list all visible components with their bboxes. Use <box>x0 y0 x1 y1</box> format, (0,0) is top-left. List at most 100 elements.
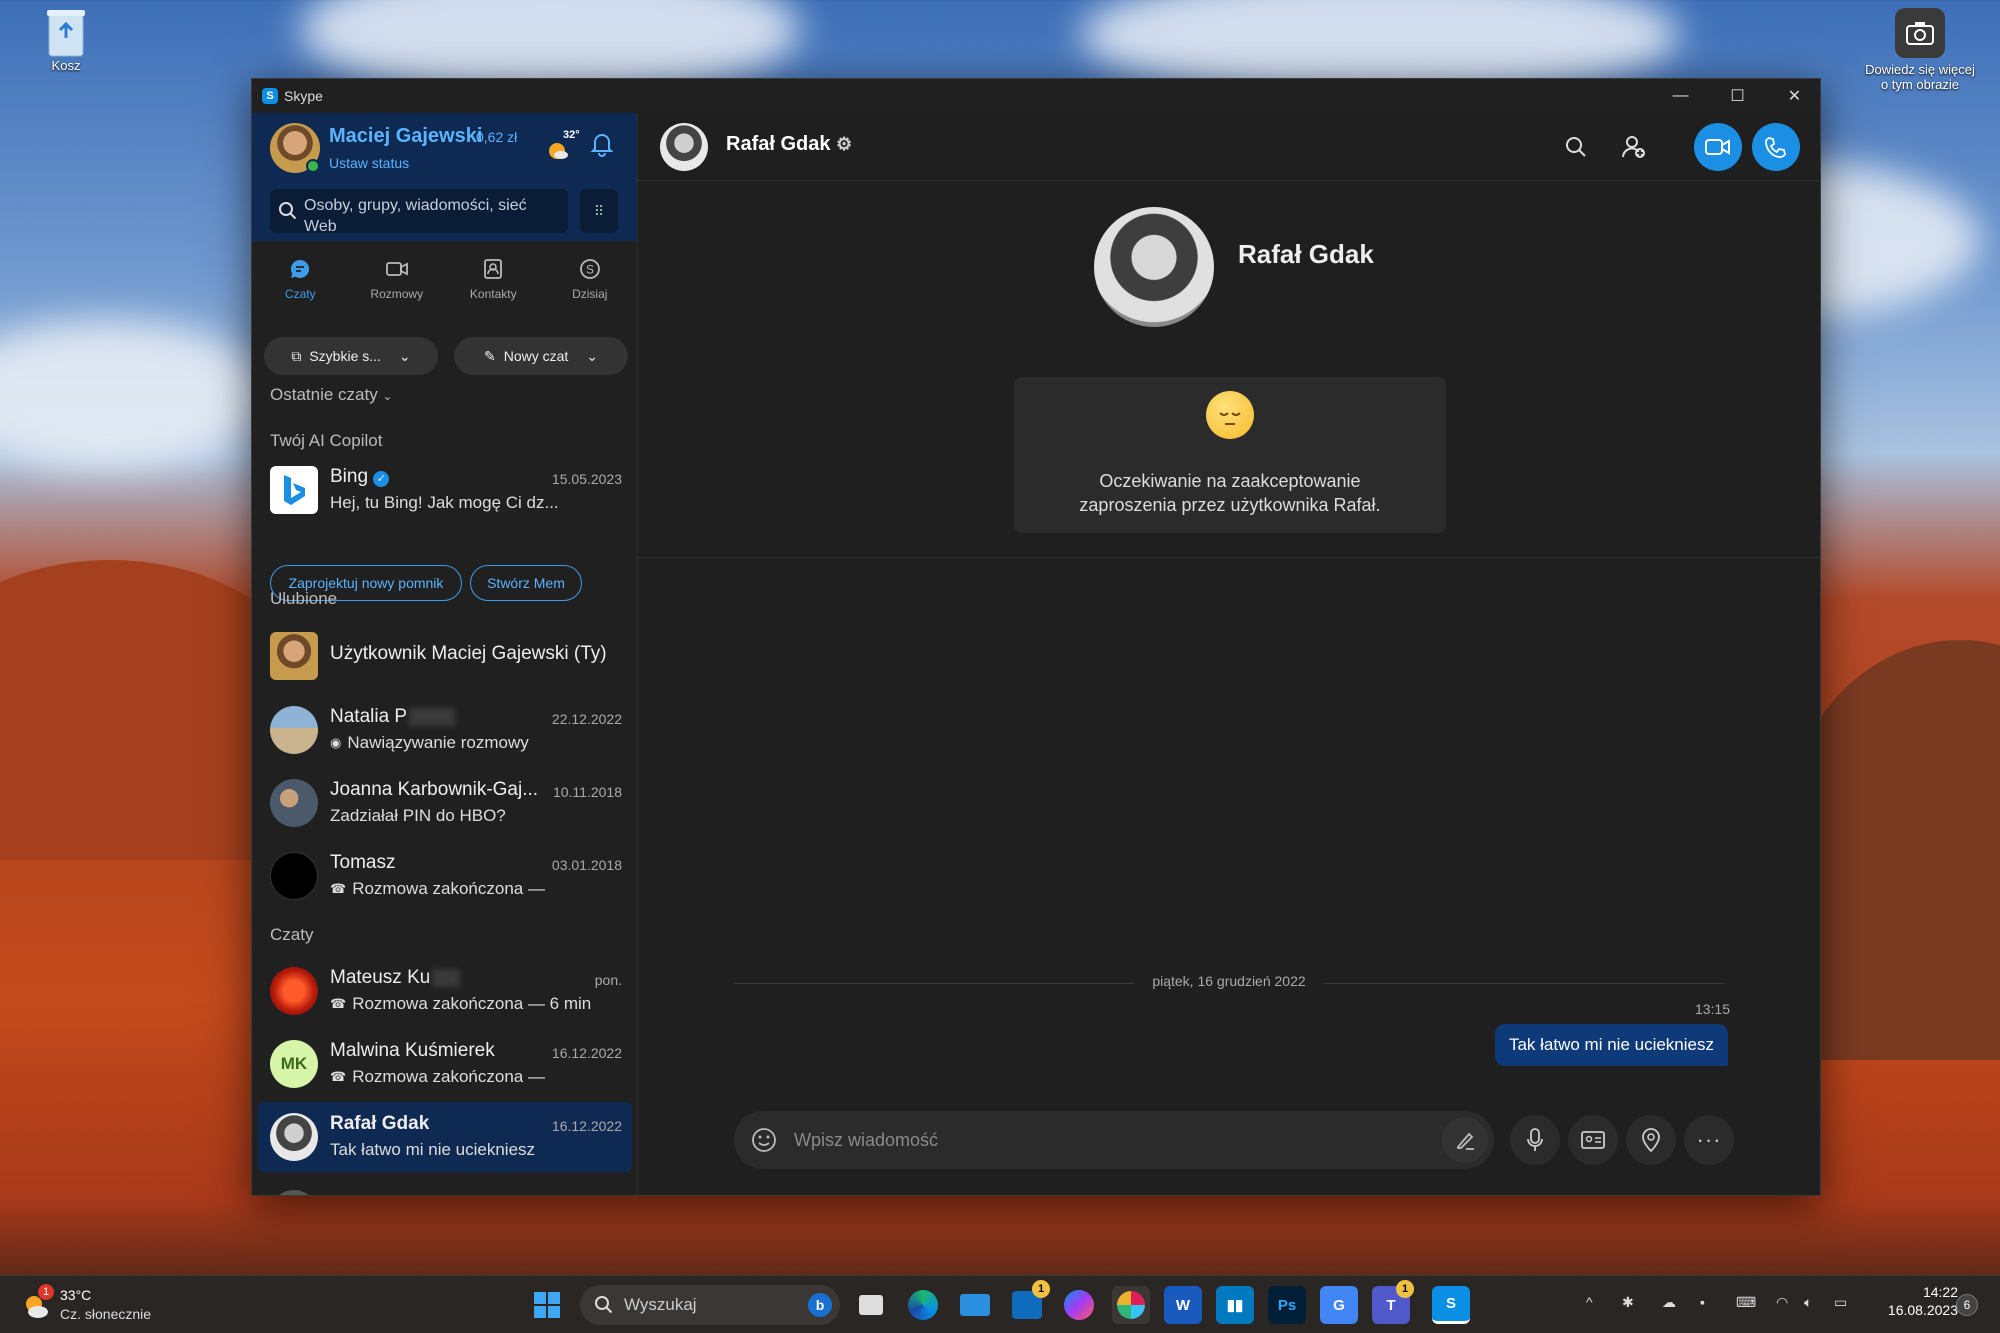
pending-text-2: zaproszenia przez użytkownika Rafał. <box>1079 495 1381 515</box>
title-bar[interactable]: S Skype — ☐ ✕ <box>252 79 1820 113</box>
message-composer[interactable]: Wpisz wiadomość <box>734 1111 1494 1169</box>
translate-button[interactable]: G <box>1320 1286 1358 1324</box>
voice-message-button[interactable] <box>1510 1115 1560 1165</box>
chat-item-joanna[interactable]: Joanna Karbownik-Gaj... 10.11.2018 Zadzi… <box>258 768 632 834</box>
edge-icon <box>908 1290 938 1320</box>
tab-chats[interactable]: Czaty <box>252 257 349 327</box>
weather-desc: Cz. słonecznie <box>60 1306 152 1322</box>
taskbar: 1 33°C Cz. słonecznie Wyszukaj b 1 W ▮▮ … <box>0 1275 2000 1333</box>
taskbar-search[interactable]: Wyszukaj b <box>580 1285 840 1325</box>
contact-large-avatar[interactable] <box>1094 207 1214 327</box>
chat-item-partial[interactable] <box>258 1179 632 1195</box>
bell-icon <box>590 134 614 157</box>
slack-tray-icon[interactable]: ✱ <box>1622 1294 1634 1311</box>
chat-item-tomasz[interactable]: Tomasz 03.01.2018 ☎ Rozmowa zakończona — <box>258 841 632 907</box>
format-text-button[interactable] <box>1442 1117 1488 1163</box>
message-time: 13:15 <box>1694 1001 1730 1017</box>
photoshop-button[interactable]: Ps <box>1268 1286 1306 1324</box>
contact-card-button[interactable] <box>1568 1115 1618 1165</box>
close-button[interactable]: ✕ <box>1766 79 1820 113</box>
divider <box>638 557 1820 558</box>
chat-item-natalia[interactable]: Natalia P 22.12.2022 ◉ Nawiązywanie rozmo… <box>258 695 632 761</box>
start-button[interactable] <box>528 1286 566 1324</box>
contact-name: Rafał Gdak <box>726 133 831 155</box>
recycle-bin-label: Kosz <box>51 58 81 73</box>
add-people-button[interactable] <box>1614 127 1654 167</box>
clock-time: 14:22 <box>1922 1284 1958 1300</box>
teams-button[interactable]: T 1 <box>1372 1280 1414 1324</box>
search-in-chat-button[interactable] <box>1556 127 1596 167</box>
gear-icon[interactable]: ⚙ <box>836 134 852 154</box>
search-input[interactable]: Osoby, grupy, wiadomości, sieć Web <box>270 189 568 235</box>
tab-chats-label: Czaty <box>284 287 316 301</box>
skype-taskbar-button[interactable]: S <box>1432 1286 1470 1324</box>
weather-widget-taskbar[interactable]: 1 33°C Cz. słonecznie <box>20 1284 170 1326</box>
dialpad-button[interactable]: ⠿ <box>580 189 618 233</box>
pen-icon <box>1457 1132 1474 1150</box>
clock[interactable]: 14:22 16.08.2023 <box>1862 1284 1958 1318</box>
message-bubble[interactable]: Tak łatwo mi nie uciekniesz <box>1494 1024 1728 1066</box>
tab-today[interactable]: S Dzisiaj <box>542 257 638 327</box>
contact-avatar <box>270 1190 318 1195</box>
battery-icon[interactable]: ▭ <box>1834 1294 1847 1311</box>
maximize-button[interactable]: ☐ <box>1709 79 1766 113</box>
messenger-button[interactable] <box>1060 1286 1098 1324</box>
chat-preview: ◉ Nawiązywanie rozmowy <box>330 733 529 753</box>
minimize-button[interactable]: — <box>1652 79 1709 113</box>
chats-section-title: Czaty <box>270 925 314 944</box>
set-status-link[interactable]: Ustaw status <box>329 155 409 171</box>
blurred-surname <box>409 707 456 726</box>
mail-button[interactable] <box>956 1286 994 1324</box>
chat-item-malwina[interactable]: MK Malwina Kuśmierek 16.12.2022 ☎ Rozmowa… <box>258 1029 632 1095</box>
photoshop-icon: Ps <box>1277 1296 1297 1314</box>
show-hidden-icons-button[interactable]: ^ <box>1586 1294 1593 1310</box>
notifications-button[interactable] <box>590 131 614 157</box>
share-location-button[interactable] <box>1626 1115 1676 1165</box>
spotlight-shortcut[interactable]: Dowiedz się więcej o tym obrazie <box>1850 8 1990 92</box>
slack-button[interactable] <box>1112 1286 1150 1324</box>
my-name[interactable]: Maciej Gajewski <box>329 125 482 148</box>
trello-button[interactable]: ▮▮ <box>1216 1286 1254 1324</box>
weather-widget[interactable]: 32° <box>547 129 582 159</box>
video-call-button[interactable] <box>1694 123 1742 171</box>
sleepy-emoji-icon <box>1206 391 1254 439</box>
keyboard-icon[interactable]: ⌨ <box>1736 1294 1756 1311</box>
compose-icon: ✎ <box>483 347 496 364</box>
contact-avatar[interactable] <box>660 123 708 171</box>
tab-contacts[interactable]: Kontakty <box>445 257 542 327</box>
recent-chats-filter[interactable]: Ostatnie czaty ⌄ <box>270 385 393 405</box>
chat-item-self[interactable]: Użytkownik Maciej Gajewski (Ty) <box>258 621 632 687</box>
credit-balance[interactable]: 0,62 zł <box>476 129 517 145</box>
tab-calls[interactable]: Rozmowy <box>349 257 446 327</box>
notification-count-badge[interactable]: 6 <box>1956 1294 1978 1316</box>
onedrive-icon[interactable]: ☁ <box>1662 1294 1676 1311</box>
skype-logo-icon: S <box>262 88 278 104</box>
recycle-bin-shortcut[interactable]: Kosz <box>36 6 96 73</box>
word-button[interactable]: W <box>1164 1286 1202 1324</box>
more-icon: ··· <box>1696 1127 1722 1152</box>
outlook-button[interactable]: 1 <box>1008 1280 1050 1324</box>
skype-icon: S <box>1445 1295 1456 1312</box>
contact-name-header[interactable]: Rafał Gdak ⚙ <box>726 133 852 156</box>
chat-item-bing[interactable]: Bing ✓ 15.05.2023 Hej, tu Bing! Jak mogę… <box>258 455 632 521</box>
volume-icon[interactable]: 🔈︎ <box>1804 1294 1812 1311</box>
chat-preview: ☎ Rozmowa zakończona — 6 min <box>330 994 591 1014</box>
message-input[interactable]: Wpisz wiadomość <box>794 1130 938 1151</box>
tray-app-icon[interactable]: ▪ <box>1700 1294 1705 1310</box>
mateusz-preview: Rozmowa zakończona — 6 min <box>352 994 592 1013</box>
quick-actions-button[interactable]: ⧉ Szybkie s... ⌄ <box>264 337 438 375</box>
edge-button[interactable] <box>904 1286 942 1324</box>
chat-name: Tomasz <box>330 852 396 873</box>
skype-icon: S <box>579 259 600 279</box>
create-meme-chip[interactable]: Stwórz Mem <box>470 565 582 601</box>
emoji-icon[interactable] <box>750 1126 778 1159</box>
wifi-icon[interactable]: ◠ <box>1776 1294 1788 1311</box>
chat-item-rafal[interactable]: Rafał Gdak 16.12.2022 Tak łatwo mi nie u… <box>258 1102 632 1172</box>
audio-call-button[interactable] <box>1752 123 1800 171</box>
search-placeholder-1: Osoby, grupy, wiadomości, sieć <box>304 197 527 214</box>
more-options-button[interactable]: ··· <box>1684 1115 1734 1165</box>
task-view-button[interactable] <box>852 1286 890 1324</box>
new-chat-button[interactable]: ✎ Nowy czat ⌄ <box>454 337 628 375</box>
chat-item-mateusz[interactable]: Mateusz Ku pon. ☎ Rozmowa zakończona — 6 … <box>258 956 632 1022</box>
copilot-section-title: Twój AI Copilot <box>270 431 383 450</box>
